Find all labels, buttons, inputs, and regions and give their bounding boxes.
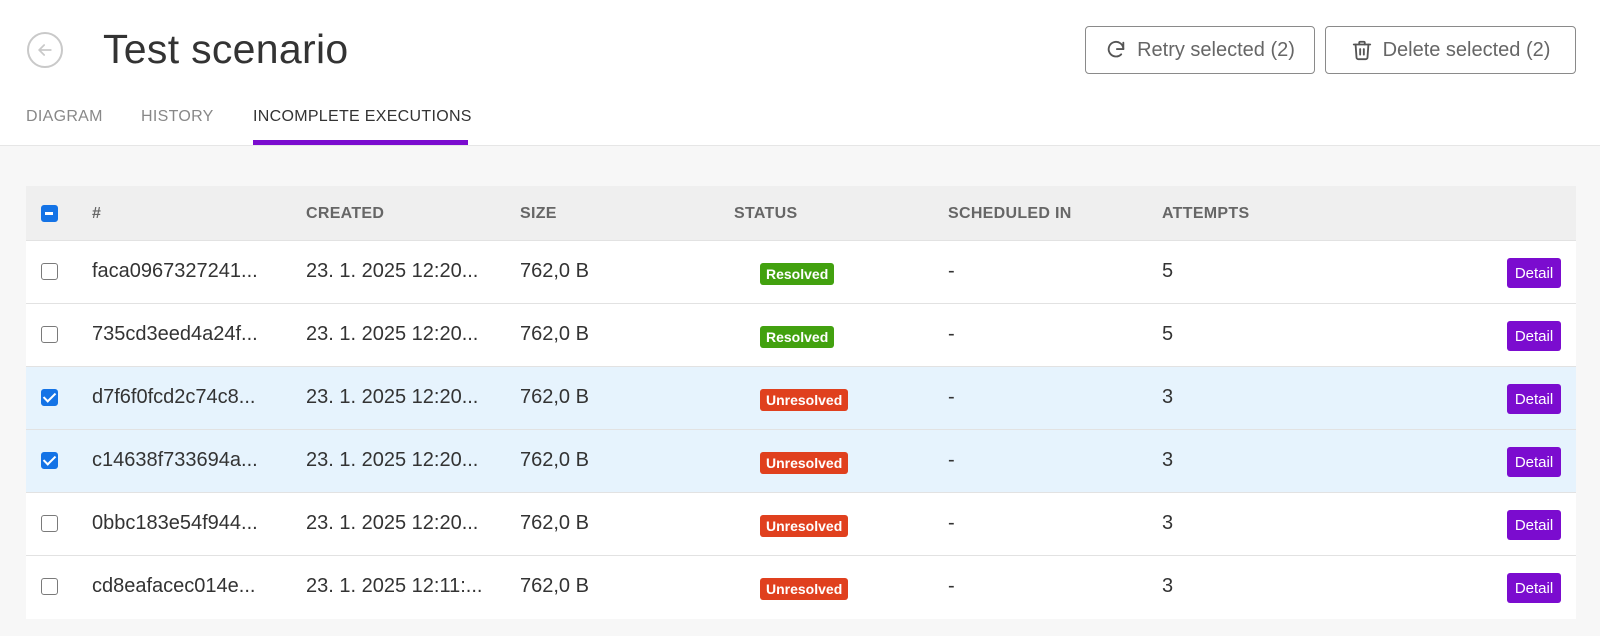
- delete-selected-label: Delete selected (2): [1382, 38, 1551, 61]
- table-row[interactable]: cd8eafacec014e... 23. 1. 2025 12:11:... 76…: [26, 556, 1576, 619]
- refresh-icon: [1107, 40, 1125, 58]
- delete-selected-button[interactable]: Delete selected (2): [1325, 26, 1576, 74]
- select-all-checkbox[interactable]: [41, 205, 58, 222]
- created-date: 23. 1. 2025 12:11:...: [306, 575, 483, 597]
- status-badge: Unresolved: [760, 578, 849, 600]
- detail-button[interactable]: Detail: [1507, 384, 1561, 414]
- column-header-size[interactable]: SIZE: [520, 205, 557, 223]
- table-row[interactable]: c14638f733694a... 23. 1. 2025 12:20... 762…: [26, 430, 1576, 493]
- execution-id: 0bbc183e54f944...: [92, 512, 258, 534]
- status-badge: Resolved: [760, 326, 835, 348]
- attempts-value: 3: [1162, 449, 1174, 471]
- created-date: 23. 1. 2025 12:20...: [306, 260, 479, 282]
- column-header-status[interactable]: STATUS: [734, 205, 797, 223]
- tab-incomplete-executions[interactable]: INCOMPLETE EXECUTIONS: [253, 108, 472, 126]
- table-row[interactable]: faca0967327241... 23. 1. 2025 12:20... 762…: [26, 241, 1576, 304]
- size-value: 762,0 B: [520, 449, 589, 471]
- row-checkbox[interactable]: [41, 389, 58, 406]
- status-badge: Resolved: [760, 263, 835, 285]
- size-value: 762,0 B: [520, 323, 589, 345]
- attempts-value: 5: [1162, 323, 1174, 345]
- column-header-created[interactable]: CREATED: [306, 205, 384, 223]
- attempts-value: 3: [1162, 386, 1174, 408]
- status-badge: Unresolved: [760, 452, 849, 474]
- size-value: 762,0 B: [520, 575, 589, 597]
- row-checkbox[interactable]: [41, 452, 58, 469]
- scheduled-in-value: -: [948, 260, 955, 282]
- execution-id: d7f6f0fcd2c74c8...: [92, 386, 256, 408]
- retry-selected-label: Retry selected (2): [1137, 38, 1295, 61]
- created-date: 23. 1. 2025 12:20...: [306, 512, 479, 534]
- detail-button[interactable]: Detail: [1507, 258, 1561, 288]
- detail-button[interactable]: Detail: [1507, 510, 1561, 540]
- arrow-left-icon: [38, 44, 52, 56]
- created-date: 23. 1. 2025 12:20...: [306, 323, 479, 345]
- created-date: 23. 1. 2025 12:20...: [306, 449, 479, 471]
- table-header: # CREATED SIZE STATUS SCHEDULED IN ATTEM…: [26, 186, 1576, 241]
- status-badge: Unresolved: [760, 515, 849, 537]
- size-value: 762,0 B: [520, 512, 589, 534]
- execution-id: c14638f733694a...: [92, 449, 258, 471]
- detail-button[interactable]: Detail: [1507, 447, 1561, 477]
- row-checkbox[interactable]: [41, 515, 58, 532]
- page-title: Test scenario: [103, 26, 349, 72]
- active-tab-indicator: [253, 140, 468, 145]
- scheduled-in-value: -: [948, 386, 955, 408]
- page-header: Test scenario Retry selected (2) Delete …: [0, 0, 1600, 146]
- trash-icon: [1352, 40, 1371, 61]
- attempts-value: 3: [1162, 512, 1174, 534]
- size-value: 762,0 B: [520, 260, 589, 282]
- scheduled-in-value: -: [948, 512, 955, 534]
- attempts-value: 3: [1162, 575, 1174, 597]
- execution-id: faca0967327241...: [92, 260, 258, 282]
- created-date: 23. 1. 2025 12:20...: [306, 386, 479, 408]
- row-checkbox[interactable]: [41, 578, 58, 595]
- attempts-value: 5: [1162, 260, 1174, 282]
- table-body: faca0967327241... 23. 1. 2025 12:20... 762…: [26, 241, 1576, 619]
- tab-diagram[interactable]: DIAGRAM: [26, 108, 103, 126]
- detail-button[interactable]: Detail: [1507, 321, 1561, 351]
- scheduled-in-value: -: [948, 449, 955, 471]
- retry-selected-button[interactable]: Retry selected (2): [1085, 26, 1315, 74]
- status-badge: Unresolved: [760, 389, 849, 411]
- column-header-scheduled-in[interactable]: SCHEDULED IN: [948, 205, 1072, 223]
- column-header-attempts[interactable]: ATTEMPTS: [1162, 205, 1249, 223]
- column-header-id[interactable]: #: [92, 205, 101, 223]
- execution-id: 735cd3eed4a24f...: [92, 323, 258, 345]
- row-checkbox[interactable]: [41, 326, 58, 343]
- table-row[interactable]: 735cd3eed4a24f... 23. 1. 2025 12:20... 762…: [26, 304, 1576, 367]
- execution-id: cd8eafacec014e...: [92, 575, 256, 597]
- row-checkbox[interactable]: [41, 263, 58, 280]
- detail-button[interactable]: Detail: [1507, 573, 1561, 603]
- scheduled-in-value: -: [948, 323, 955, 345]
- size-value: 762,0 B: [520, 386, 589, 408]
- scheduled-in-value: -: [948, 575, 955, 597]
- back-button[interactable]: [27, 32, 63, 68]
- executions-table: # CREATED SIZE STATUS SCHEDULED IN ATTEM…: [26, 186, 1576, 619]
- tab-history[interactable]: HISTORY: [141, 108, 214, 126]
- table-row[interactable]: d7f6f0fcd2c74c8... 23. 1. 2025 12:20... 76…: [26, 367, 1576, 430]
- table-row[interactable]: 0bbc183e54f944... 23. 1. 2025 12:20... 762…: [26, 493, 1576, 556]
